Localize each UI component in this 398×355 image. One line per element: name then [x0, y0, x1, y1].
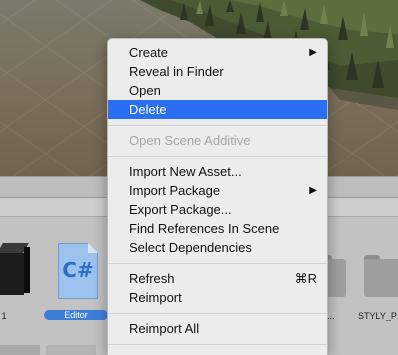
shortcut-label: ⌘R: [294, 271, 317, 286]
folder-icon: [364, 255, 398, 299]
asset-label-selected: Editor: [44, 310, 108, 320]
menu-separator: [108, 344, 327, 345]
csharp-file-icon: C#: [58, 243, 98, 299]
menu-separator: [108, 125, 327, 126]
menu-separator: [108, 263, 327, 264]
menu-item-open[interactable]: Open: [108, 81, 327, 100]
menu-item-delete[interactable]: Delete: [108, 100, 327, 119]
menu-item-reimport[interactable]: Reimport: [108, 288, 327, 307]
asset-label: STYLY_P: [358, 311, 397, 321]
menu-item-refresh[interactable]: Refresh ⌘R: [108, 269, 327, 288]
submenu-arrow-icon: ▶: [309, 47, 317, 58]
menu-item-select-dependencies[interactable]: Select Dependencies: [108, 238, 327, 257]
menu-item-export-package[interactable]: Export Package...: [108, 200, 327, 219]
menu-item-import-new-asset[interactable]: Import New Asset...: [108, 162, 327, 181]
asset-item[interactable]: STYLY_P: [356, 243, 398, 323]
menu-item-reimport-all[interactable]: Reimport All: [108, 319, 327, 338]
menu-separator: [108, 313, 327, 314]
menu-item-import-package[interactable]: Import Package ▶: [108, 181, 327, 200]
asset-item[interactable]: C# Editor: [44, 243, 108, 323]
asset-item[interactable]: e 1: [0, 243, 46, 323]
asset-label: e 1: [0, 311, 7, 321]
menu-separator: [108, 156, 327, 157]
menu-item-reveal-in-finder[interactable]: Reveal in Finder: [108, 62, 327, 81]
menu-item-open-scene-additive: Open Scene Additive: [129, 133, 251, 148]
menu-item-find-references-in-scene[interactable]: Find References In Scene: [108, 219, 327, 238]
submenu-arrow-icon: ▶: [309, 185, 317, 196]
context-menu: Create ▶ Reveal in Finder Open Delete Op…: [107, 38, 328, 355]
menu-item-create[interactable]: Create ▶: [108, 43, 327, 62]
